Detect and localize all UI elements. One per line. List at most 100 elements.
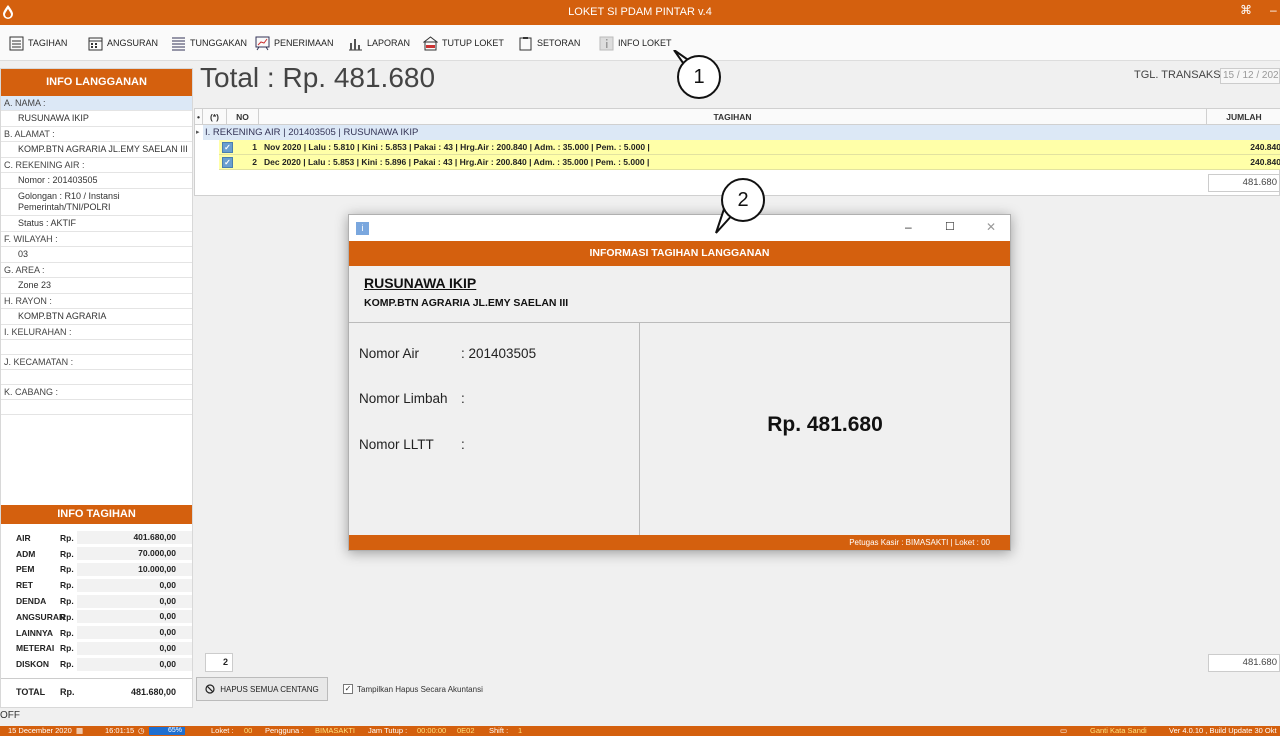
jam-tutup-value: 00:00:00 — [417, 726, 447, 735]
tampilkan-label: Tampilkan Hapus Secara Akuntansi — [357, 684, 483, 694]
tagihan-row-diskon: DISKON Rp. 0,00 — [1, 656, 192, 672]
callout-1: 1 — [677, 55, 721, 99]
subtotal-box: 481.680 — [1208, 174, 1280, 192]
off-label: OFF — [0, 710, 20, 721]
close-icon[interactable]: ✕ — [986, 220, 996, 234]
tagihan-row-denda: DENDA Rp. 0,00 — [1, 593, 192, 609]
title-bar: LOKET SI PDAM PINTAR v.4 ⌘ – — [0, 0, 1280, 25]
cabang-heading: K. CABANG : — [1, 385, 192, 400]
setoran-button[interactable]: SETORAN — [518, 34, 580, 52]
info-icon: i — [356, 222, 369, 235]
angsuran-button[interactable]: ANGSURAN — [88, 34, 158, 52]
tagihan-label: TAGIHAN — [28, 38, 68, 48]
rekening-heading: C. REKENING AIR : — [1, 158, 192, 173]
info-icon — [599, 36, 614, 50]
nomor-air-value: : 201403505 — [461, 346, 537, 361]
hapus-semua-centang-button[interactable]: HAPUS SEMUA CENTANG — [196, 677, 328, 701]
info-tagihan-section: INFO TAGIHAN AIR Rp. 401.680,00 ADM Rp. 70.0… — [1, 505, 192, 672]
info-tagihan-dialog: i – ☐ ✕ INFORMASI TAGIHAN LANGGANAN RUSU… — [348, 214, 1011, 551]
kelurahan-value — [1, 340, 192, 355]
nomor-lltt-label: Nomor LLTT — [359, 437, 434, 452]
table-row[interactable]: ✓ 1 Nov 2020 | Lalu : 5.810 | Kini : 5.8… — [219, 140, 1280, 155]
tagihan-row-lainnya: LAINNYA Rp. 0,00 — [1, 625, 192, 641]
angsuran-label: ANGSURAN — [107, 38, 159, 48]
calendar-icon — [88, 37, 103, 50]
clock-icon: ◷ — [138, 726, 145, 735]
tagihan-button[interactable]: TAGIHAN — [9, 34, 67, 52]
total-rp: Rp. — [60, 687, 75, 697]
row-checkbox[interactable]: ✓ — [222, 142, 233, 153]
customer-address: KOMP.BTN AGRARIA JL.EMY SAELAN III — [364, 297, 569, 309]
pengguna-label: Pengguna : — [265, 726, 304, 735]
col-jumlah: JUMLAH — [1207, 109, 1280, 125]
jam-tutup-label: Jam Tutup : — [368, 726, 408, 735]
nomor-value: Nomor : 201403505 — [1, 173, 192, 189]
toolbar: TAGIHAN ANGSURAN TUNGGAKAN PENERIMAAN LA… — [0, 25, 1280, 61]
wilayah-value: 03 — [1, 247, 192, 263]
row-count: 2 — [205, 653, 233, 672]
tunggakan-button[interactable]: TUNGGAKAN — [171, 34, 247, 52]
ganti-kata-sandi-link[interactable]: Ganti Kata Sandi — [1090, 726, 1147, 736]
dialog-amount: Rp. 481.680 — [767, 413, 883, 436]
tutup-loket-button[interactable]: TUTUP LOKET — [423, 34, 504, 52]
cabang-value — [1, 400, 192, 415]
total-value: 481.680,00 — [130, 687, 176, 697]
hapus-label: HAPUS SEMUA CENTANG — [220, 684, 319, 694]
laporan-button[interactable]: LAPORAN — [348, 34, 410, 52]
progress-bar: 65% — [149, 727, 185, 735]
kecamatan-value — [1, 370, 192, 385]
nomor-limbah-label: Nomor Limbah — [359, 391, 448, 406]
footer-total: 481.680 — [1208, 654, 1280, 672]
keyboard-icon: ▭ — [1060, 726, 1068, 735]
rayon-value: KOMP.BTN AGRARIA — [1, 309, 192, 325]
area-value: Zone 23 — [1, 278, 192, 294]
calendar-small-icon: ▦ — [76, 726, 84, 735]
nomor-air-label: Nomor Air — [359, 346, 420, 361]
chart-board-icon — [255, 36, 270, 50]
info-tagihan-header: INFO TAGIHAN — [1, 505, 192, 524]
tunggakan-label: TUNGGAKAN — [190, 38, 248, 48]
customer-info-panel: INFO LANGGANAN A. NAMA : RUSUNAWA IKIP B… — [0, 68, 193, 708]
row-indicator-header: • — [195, 109, 203, 125]
nomor-lltt-value: : — [461, 437, 465, 452]
shop-closed-icon — [423, 35, 438, 50]
col-star: (*) — [203, 109, 227, 125]
tampilkan-hapus-option[interactable]: ✓ Tampilkan Hapus Secara Akuntansi — [343, 684, 483, 694]
tagihan-row-ret: RET Rp. 0,00 — [1, 577, 192, 593]
pengguna-value: BIMASAKTI — [315, 726, 356, 735]
area-heading: G. AREA : — [1, 263, 192, 278]
minimize-icon[interactable]: – — [905, 220, 912, 234]
group-label: I. REKENING AIR | 201403505 | RUSUNAWA I… — [205, 127, 419, 138]
tagihan-row-angsuran: ANGSURAN Rp. 0,00 — [1, 609, 192, 625]
status-time: 16:01:15 — [105, 726, 135, 735]
group-row[interactable]: I. REKENING AIR | 201403505 | RUSUNAWA I… — [203, 125, 1280, 140]
minimize-icon[interactable]: – — [1270, 3, 1277, 17]
penerimaan-label: PENERIMAAN — [274, 38, 334, 48]
total-row: TOTAL Rp. 481.680,00 — [1, 678, 192, 705]
info-langganan-header: INFO LANGGANAN — [1, 69, 192, 96]
grand-total: Total : Rp. 481.680 — [200, 62, 436, 93]
dialog-header: INFORMASI TAGIHAN LANGGANAN — [349, 241, 1010, 266]
tagihan-row-meterai: METERAI Rp. 0,00 — [1, 641, 192, 657]
loket-label: Loket : — [211, 726, 234, 735]
expand-arrow-icon[interactable]: ▸ — [196, 128, 200, 136]
table-row[interactable]: ✓ 2 Dec 2020 | Lalu : 5.853 | Kini : 5.8… — [219, 155, 1280, 170]
nama-value: RUSUNAWA IKIP — [1, 111, 192, 127]
penerimaan-button[interactable]: PENERIMAAN — [255, 34, 334, 52]
kelurahan-heading: I. KELURAHAN : — [1, 325, 192, 340]
tgl-transaksi-field[interactable]: 15 / 12 / 2020 — [1220, 68, 1280, 84]
col-tagihan: TAGIHAN — [259, 109, 1207, 125]
laporan-label: LAPORAN — [367, 38, 411, 48]
info-loket-label: INFO LOKET — [618, 38, 672, 48]
maximize-icon[interactable]: ☐ — [945, 220, 955, 233]
shift-label: Shift : — [489, 726, 509, 735]
no-entry-icon — [205, 684, 215, 694]
status-bar: 15 December 2020 ▦ 16:01:15 ◷ 65% Loket … — [0, 726, 1280, 736]
restore-icon[interactable]: ⌘ — [1240, 3, 1252, 17]
nama-heading: A. NAMA : — [1, 96, 192, 111]
tgl-transaksi-label: TGL. TRANSAKSI — [1134, 69, 1224, 81]
tampilkan-checkbox[interactable]: ✓ — [343, 684, 353, 694]
row-checkbox[interactable]: ✓ — [222, 157, 233, 168]
shift-value: 1 — [518, 726, 523, 735]
golongan-value: Golongan : R10 / Instansi Pemerintah/TNI… — [1, 189, 192, 216]
